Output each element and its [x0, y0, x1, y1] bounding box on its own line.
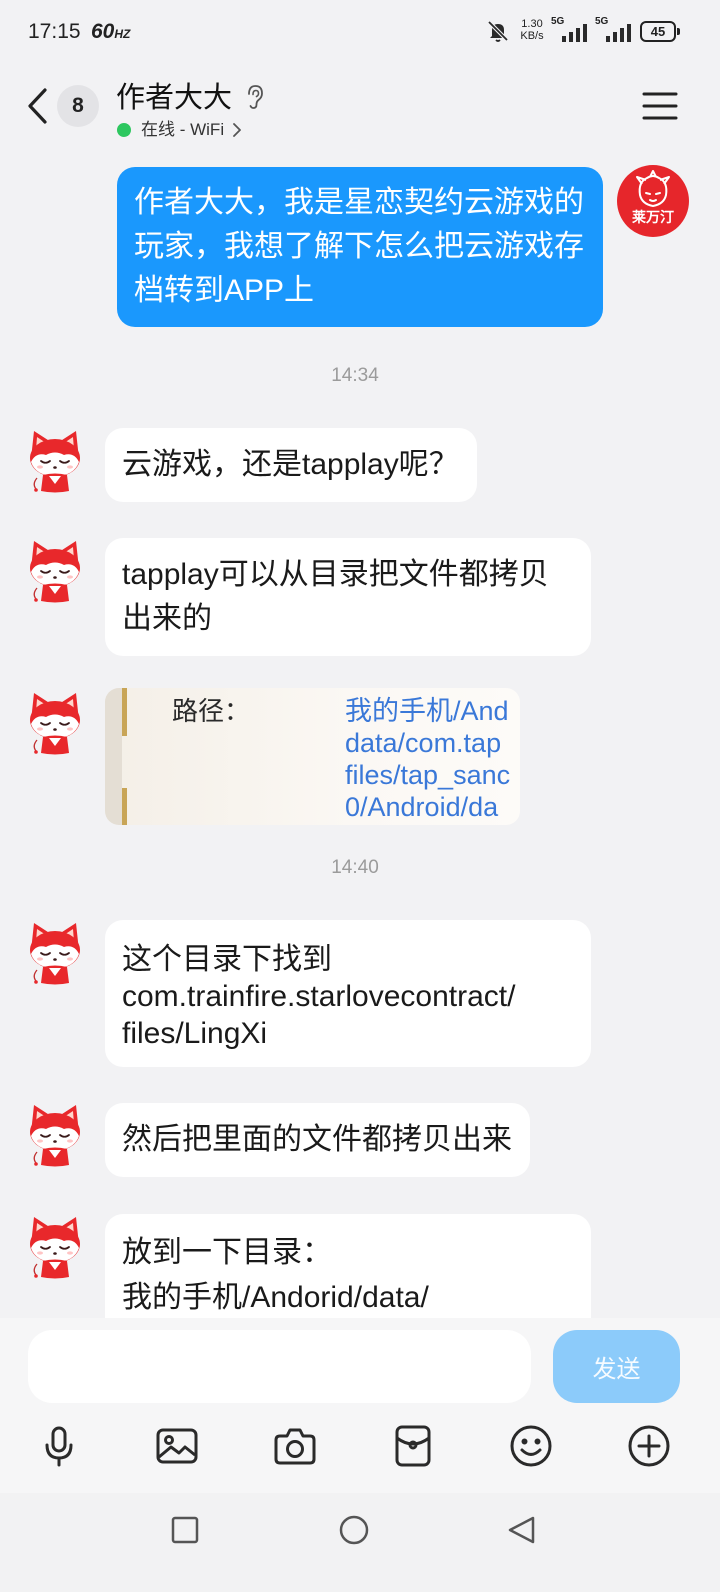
message-line: 这个目录下找到: [122, 943, 332, 976]
signal-icon: [606, 24, 631, 42]
image-path-line: 0/Android/da: [345, 792, 499, 822]
online-status-text[interactable]: 在线 - WiFi: [141, 119, 224, 141]
emoji-icon[interactable]: [507, 1422, 555, 1470]
network-speed-unit: KB/s: [520, 30, 544, 42]
message-timestamp: 14:40: [331, 857, 379, 878]
image-border-bar: [122, 788, 127, 825]
chat-header: [0, 60, 720, 155]
online-status-dot: [117, 123, 131, 137]
refresh-rate-value: 60: [91, 20, 115, 43]
battery-icon: 45: [640, 21, 680, 42]
message-line: 放到一下目录：: [122, 1236, 332, 1269]
contact-avatar[interactable]: [22, 690, 88, 756]
image-path-line: 我的手机/And: [345, 696, 509, 726]
message-timestamp: 14:34: [331, 365, 379, 386]
contact-avatar[interactable]: [22, 920, 88, 986]
chat-title[interactable]: 作者大大: [116, 81, 232, 115]
contact-avatar[interactable]: [22, 1102, 88, 1168]
message-line: 然后把里面的文件都拷贝出来: [122, 1123, 512, 1156]
sim2-signal: 5G: [595, 16, 635, 44]
message-line: 云游戏，还是tapplay呢？: [122, 448, 459, 481]
image-icon[interactable]: [153, 1422, 201, 1470]
image-path-label: 路径：: [172, 696, 251, 726]
message-line: 档转到APP上: [134, 274, 315, 307]
status-bar: 17:15 60HZ 1.30 KB/s 5G 5G 45: [0, 0, 720, 60]
battery-level: 45: [640, 21, 676, 42]
back-button[interactable]: [22, 84, 54, 128]
message-input[interactable]: [28, 1330, 531, 1403]
unread-count-badge[interactable]: 8: [57, 85, 99, 127]
home-icon[interactable]: [337, 1513, 371, 1547]
input-panel: 发送: [0, 1318, 720, 1493]
message-line: com.trainfire.starlovecontract/: [122, 980, 516, 1013]
menu-button[interactable]: [642, 90, 678, 122]
plus-icon[interactable]: [625, 1422, 673, 1470]
signal-icon: [562, 24, 587, 42]
outgoing-message-bubble[interactable]: 作者大大，我是星恋契约云游戏的 玩家，我想了解下怎么把云游戏存 档转到APP上: [117, 167, 603, 327]
system-nav-bar: [0, 1493, 720, 1592]
refresh-rate-unit: HZ: [114, 27, 131, 41]
message-line: files/LingXi: [122, 1017, 268, 1050]
incoming-message-bubble[interactable]: tapplay可以从目录把文件都拷贝 出来的: [105, 538, 591, 656]
image-border-bar: [122, 688, 127, 736]
ear-icon[interactable]: [244, 84, 266, 110]
mute-bell-icon: [486, 19, 510, 43]
incoming-message-bubble[interactable]: 这个目录下找到 com.trainfire.starlovecontract/ …: [105, 920, 591, 1067]
status-time: 17:15: [28, 20, 81, 43]
self-avatar-label: 莱万汀: [632, 209, 674, 226]
incoming-message-bubble[interactable]: 云游戏，还是tapplay呢？: [105, 428, 477, 502]
contact-avatar[interactable]: [22, 428, 88, 494]
chevron-right-icon[interactable]: [231, 122, 243, 138]
recent-apps-icon[interactable]: [168, 1513, 202, 1547]
incoming-message-bubble[interactable]: 然后把里面的文件都拷贝出来: [105, 1103, 530, 1177]
image-path-line: data/com.tap: [345, 728, 502, 758]
camera-icon[interactable]: [271, 1422, 319, 1470]
send-button[interactable]: 发送: [553, 1330, 680, 1403]
message-line: tapplay可以从目录把文件都拷贝: [122, 558, 549, 591]
image-path-line: files/tap_sanc: [345, 760, 511, 790]
battery-cap: [677, 28, 680, 35]
back-triangle-icon[interactable]: [504, 1513, 538, 1547]
contact-avatar[interactable]: [22, 1214, 88, 1280]
chevron-left-icon: [28, 88, 47, 124]
image-path-text: 我的手机/And data/com.tap files/tap_sanc 0/A…: [345, 695, 510, 823]
network-speed-value: 1.30: [521, 18, 543, 30]
message-line: 作者大大，我是星恋契约云游戏的: [134, 186, 584, 219]
menu-icon: [642, 92, 678, 120]
message-line: 玩家，我想了解下怎么把云游戏存: [134, 230, 584, 263]
self-avatar[interactable]: 莱万汀: [617, 165, 689, 237]
message-line: 我的手机/Andorid/data/: [122, 1281, 429, 1314]
contact-avatar[interactable]: [22, 538, 88, 604]
sim1-signal: 5G: [551, 16, 591, 44]
red-packet-icon[interactable]: [389, 1422, 437, 1470]
image-left-strip: [105, 688, 122, 825]
message-line: 出来的: [122, 602, 212, 635]
refresh-rate: 60HZ: [91, 19, 130, 47]
incoming-image-message[interactable]: 路径： 我的手机/And data/com.tap files/tap_sanc…: [105, 688, 520, 825]
microphone-icon[interactable]: [35, 1422, 83, 1470]
network-speed: 1.30 KB/s: [514, 18, 550, 42]
